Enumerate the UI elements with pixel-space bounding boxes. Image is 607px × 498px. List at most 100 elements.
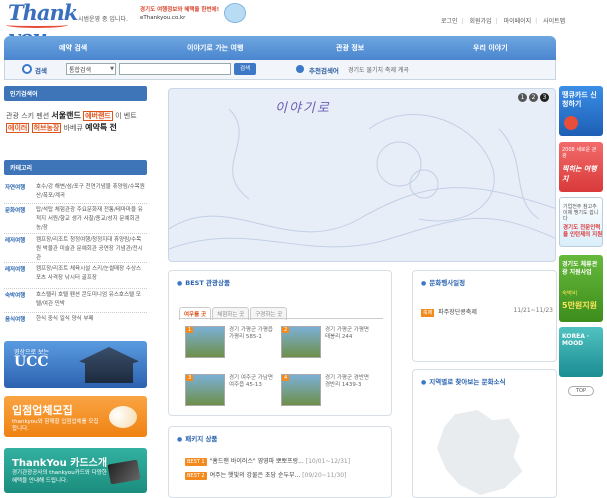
best-item-1[interactable]: 경기 가평군 가평읍 가평리 585-1 [229,327,277,340]
recommend-words[interactable]: 경기도 물기치 축제 계곡 [348,65,409,74]
category-name[interactable]: 음식여행 [5,317,25,323]
login-link[interactable]: 로그인 [441,18,458,25]
popular-word[interactable]: 벤트 [124,112,137,120]
hero-page-1[interactable]: 1 [518,93,527,102]
nav-our-story[interactable]: 우리 이야기 [473,43,508,53]
stay-support-amount: 5만원지원 [562,301,598,310]
korea-mood-text: KOREA · MOOD [562,333,590,347]
best-item-3[interactable]: 경기 여주군 가남면 여주읍 45-13 [229,375,277,388]
category-divider [4,233,147,234]
popular-words: 관광 스키 펜션 서울랜드 에버랜드 이 벤트 에이러 허브농장 바베큐 예약특… [6,110,146,134]
partner-recruit-title: 입점업체모집 [12,404,73,417]
category-row: 레저여행 캠프장/리조트 청정여행/청정지대 휴양림/수목원 박물관 미술관 문예… [5,236,143,261]
search-button[interactable]: 검색 [234,63,256,75]
header-banner-line2: eThankyou.co.kr [140,15,186,21]
best-item-2[interactable]: 경기 가평군 가평면 태봉리 244 [325,327,373,340]
card-apply-ad[interactable]: 땡큐카드 신청하기 [559,86,603,136]
card-intro-banner[interactable]: ThankYou 카드스개 경기관광공사의 thankyou카드와 다양한 혜택… [4,448,147,493]
popular-word[interactable]: 예약특 [85,123,107,132]
category-title: 카테고리 [4,160,147,175]
category-row: 음식여행 한식 중식 일식 양식 부페 [5,315,94,323]
sitemap-link[interactable]: 사이트맵 [543,18,565,25]
category-items[interactable]: 탑/석탑 체험관광 주요문화재 전통/테마마을 유적지 서원/향교 생가 사찰/… [36,206,146,233]
korea-mood-ad[interactable]: KOREA · MOOD [559,327,603,377]
best-products-panel: BEST 관광상품 여우를 곳체험하는 곳구경하는 곳 1 경기 가평군 가평읍… [168,270,392,416]
package-date-2: [09/20~11/30] [302,472,347,479]
category-row: 숙박여행 호스텔리 호텔 펜션 콘도미니엄 유스호스텔 모텔/여관 민박 [5,291,141,307]
search-type-select[interactable]: 통합검색 [66,63,116,75]
category-items[interactable]: 호수/강 해변/섬/포구 천연기념물 휴양림/수목원 산/폭포/계곡 [36,183,146,201]
nav-tour-info[interactable]: 관광 정보 [336,43,364,53]
best-num-4: 4 [282,375,290,381]
popular-word[interactable]: 스키 [21,112,34,120]
category-items[interactable]: 한식 중식 일식 양식 부페 [36,315,146,324]
festival-row[interactable]: 축제 파주장단콩축제 11/21~11/23 [421,307,553,317]
ucc-banner[interactable]: 영상으로 보는 UCC [4,341,147,388]
category-items[interactable]: 캠프장/리조트 체육시설 스키/눈썰매장 수상스포츠 사격장 낚시터 골프장 [36,265,146,283]
category-divider [4,288,147,289]
popular-word[interactable]: 펜션 [36,112,49,120]
hero-page-2[interactable]: 2 [529,93,538,102]
best-item-4[interactable]: 경기 가평군 경반면 경반리 1439-3 [325,375,373,388]
package-row-1[interactable]: BEST 1 "홈드맨 바이러스" 영영파 뽀뽀프랑... [10/01~12/3… [185,456,350,466]
main-nav: 예약 검색 이야기로 가는 여행 관광 정보 우리 이야기 [4,36,556,60]
popular-word[interactable]: 서울랜드 [51,111,80,120]
package-row-2[interactable]: BEST 2 여주는 햇빛의 강물은 초당 순두부... [09/20~11/30… [185,470,346,480]
card-apply-text: 땡큐카드 신청하기 [562,91,597,108]
hero-pagination: 123 [516,93,549,102]
best-thumb-3[interactable]: 3 [185,374,225,406]
best-thumb-4[interactable]: 4 [281,374,321,406]
category-name[interactable]: 숙박여행 [5,293,25,299]
best-num-3: 3 [186,375,194,381]
best-thumb-2[interactable]: 2 [281,326,321,358]
category-row: 문화여행 탑/석탑 체험관광 주요문화재 전통/테마마을 유적지 서원/향교 생가… [5,206,143,231]
card-intro-title: ThankYou 카드스개 [12,458,108,469]
nav-story-travel[interactable]: 이야기로 가는 여행 [187,43,243,53]
swirl-decoration [169,108,555,250]
popular-word[interactable]: 에이러 [6,123,30,133]
package-text-1: "홈드맨 바이러스" 영영파 뽀뽀프랑... [209,458,304,465]
stay-support-ad[interactable]: 경기도 체류관광 지원사업 숙박비 5만원지원 [559,255,603,322]
popular-word[interactable]: 허브농장 [31,123,62,133]
top-button[interactable]: TOP [568,386,594,396]
stamp-icon [224,3,246,23]
mypage-link[interactable]: 마이페이지 [504,18,532,25]
card-intro-desc: 경기관광공사의 thankyou카드와 다양한 혜택을 안내해 드립니다. [12,470,107,484]
best-num-1: 1 [186,327,194,333]
category-items[interactable]: 캠프장/리조트 청정여행/청정지대 휴양림/수목원 박물관 미술관 문예회관 공… [36,236,146,263]
photo-spot-ad[interactable]: 2008 새로운 관광 찍히는 여행지 [559,142,603,192]
hero-slider[interactable]: 이야기로 123 [168,88,556,262]
hero-page-3[interactable]: 3 [540,93,549,102]
category-name[interactable]: 레저여행 [5,267,25,273]
popular-word[interactable]: 이 [115,112,121,120]
category-divider [4,203,147,204]
category-name[interactable]: 레저여행 [5,238,25,244]
header-banner-line1: 경기도 여행정보와 혜택을 한번에! [140,7,220,13]
category-name[interactable]: 문화여행 [5,208,25,214]
top-links: 로그인 | 회원가입 | 마이페이지 | 사이트맵 [441,18,566,25]
popular-word[interactable]: 전 [109,123,116,132]
best-num-2: 2 [282,327,290,333]
best-thumb-1[interactable]: 1 [185,326,225,358]
site-logo[interactable]: Thank you [6,0,78,50]
category-name[interactable]: 자연여행 [5,185,25,191]
nav-reservation[interactable]: 예약 검색 [59,43,87,53]
gyeonggi-map[interactable] [437,410,523,495]
popular-word[interactable]: 관광 [6,112,19,120]
search-input[interactable] [119,63,231,75]
category-divider [4,312,147,313]
map-title: 지역별로 찾아보는 문화소식 [421,376,505,386]
popular-title: 인기검색어 [4,86,147,101]
popular-word[interactable]: 바베큐 [64,124,83,132]
signup-link[interactable]: 회원가입 [470,18,492,25]
card-image [107,459,141,485]
popular-word[interactable]: 에버랜드 [83,111,113,121]
package-date-1: [10/01~12/31] [305,458,351,465]
category-items[interactable]: 호스텔리 호텔 펜션 콘도미니엄 유스호스텔 모텔/여관 민박 [36,291,146,309]
stay-support-title: 경기도 체류관광 지원사업 [562,261,598,276]
intern-big: 경기도 전문인력을 인턴제의 지원 [563,225,603,238]
partner-recruit-banner[interactable]: 입점업체모집 thankyou와 함께할 입점업체를 모집합니다. [4,396,147,437]
header-banner[interactable]: 경기도 여행정보와 혜택을 한번에! eThankyou.co.kr [136,3,246,25]
intern-ad[interactable]: 기업전주 참고추 이제 땡기도 쉽니다 경기도 전문인력을 인턴제의 지원 [559,197,603,247]
logo-swoosh [6,22,68,28]
